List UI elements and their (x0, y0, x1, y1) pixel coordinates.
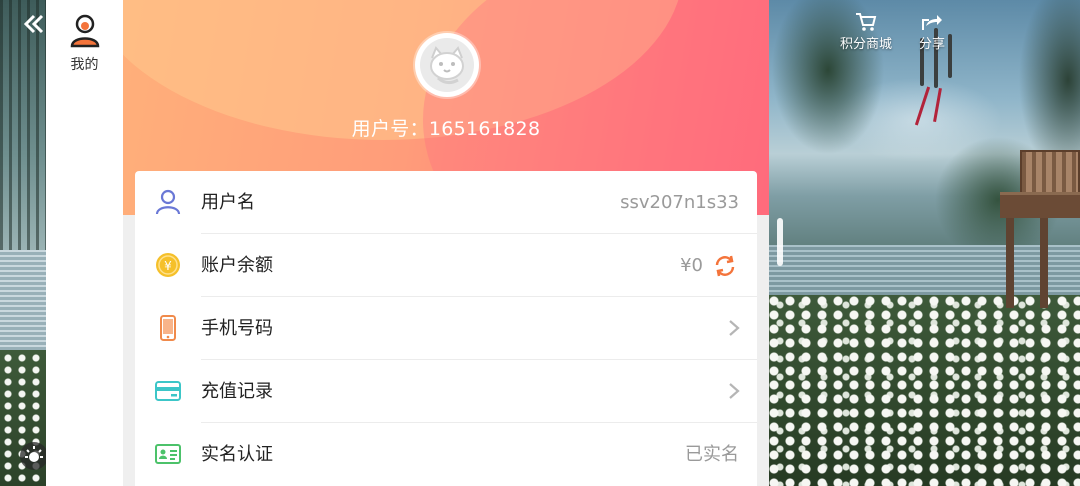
share-button[interactable]: 分享 (912, 12, 952, 52)
row-label: 充值记录 (201, 381, 273, 402)
nav-item-label: 我的 (70, 57, 99, 73)
account-info-card: 用户名 ssv207n1s33 ¥ 账户余额 ¥0 手机号码 充值记录 实名认证… (135, 171, 757, 486)
id-card-icon (155, 444, 181, 464)
scene-flowers-right (768, 295, 1080, 486)
svg-text:¥: ¥ (164, 259, 172, 273)
avatar[interactable] (415, 33, 479, 97)
back-button[interactable] (22, 12, 46, 36)
points-mall-label: 积分商城 (839, 37, 892, 52)
points-mall-button[interactable]: 积分商城 (836, 12, 896, 52)
share-icon (922, 15, 942, 30)
row-recharge-records[interactable]: 充值记录 (135, 360, 757, 423)
person-outline-icon (155, 189, 181, 215)
row-label: 手机号码 (201, 318, 273, 339)
scrollbar-thumb[interactable] (777, 218, 783, 266)
card-icon (155, 381, 181, 401)
balance-value: ¥0 (680, 255, 703, 276)
yuan-coin-icon: ¥ (156, 253, 180, 277)
account-panel: 用户号：165161828 用户名 ssv207n1s33 ¥ 账户余额 ¥0 (123, 0, 769, 486)
share-label: 分享 (918, 37, 945, 52)
cat-avatar-icon (420, 38, 474, 92)
chevron-right-icon (729, 320, 740, 336)
username-value: ssv207n1s33 (620, 192, 739, 213)
user-icon (70, 14, 99, 48)
row-balance: ¥ 账户余额 ¥0 (135, 234, 757, 297)
cart-icon (856, 13, 877, 31)
row-label: 用户名 (201, 192, 255, 213)
side-nav: 我的 (46, 0, 123, 486)
chevron-double-left-icon (23, 14, 44, 34)
verification-status: 已实名 (685, 444, 739, 465)
user-id: 用户号：165161828 (351, 118, 541, 140)
nav-item-mine[interactable]: 我的 (46, 14, 123, 80)
scene-pavilion (1000, 150, 1080, 310)
settings-button[interactable] (20, 442, 48, 470)
row-label: 账户余额 (201, 255, 273, 276)
row-username: 用户名 ssv207n1s33 (135, 171, 757, 234)
phone-icon (160, 315, 176, 341)
refresh-icon[interactable] (713, 254, 737, 278)
chevron-right-icon (729, 383, 740, 399)
sun-settings-icon (25, 446, 43, 462)
row-real-name[interactable]: 实名认证 已实名 (135, 423, 757, 486)
row-phone[interactable]: 手机号码 (135, 297, 757, 360)
row-label: 实名认证 (201, 444, 273, 465)
